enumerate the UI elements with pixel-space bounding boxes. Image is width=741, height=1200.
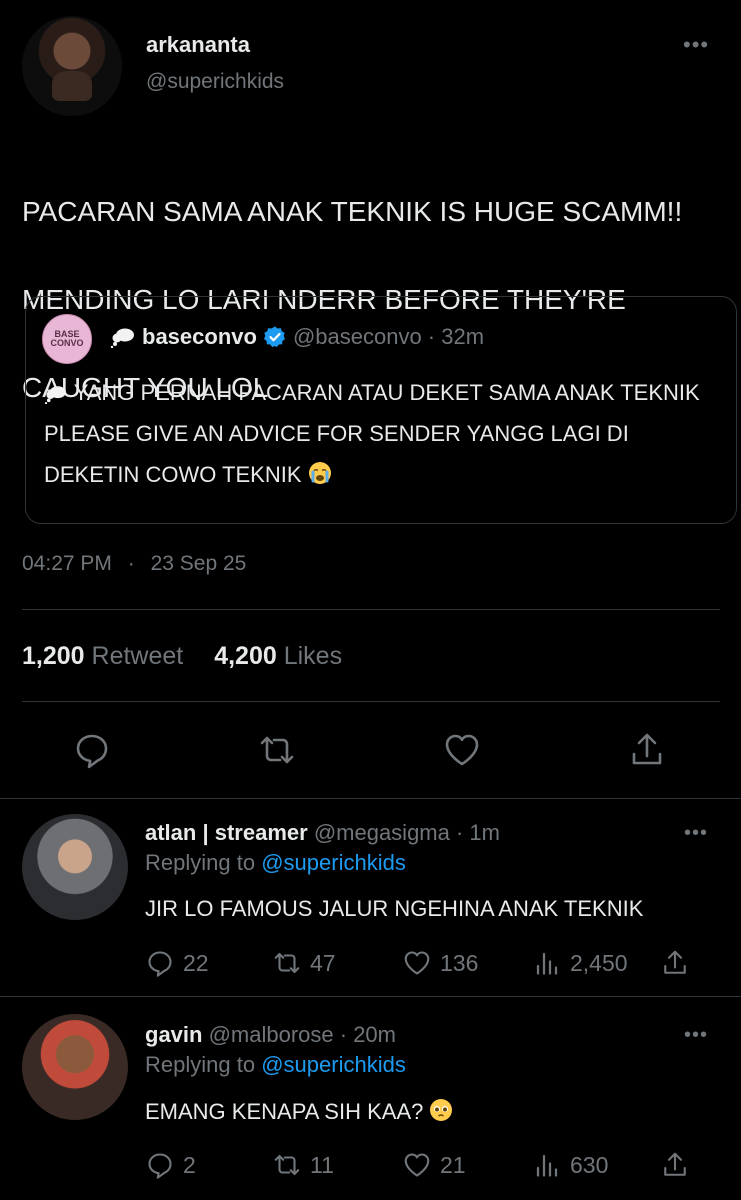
reply-button[interactable]: 22 <box>145 948 209 978</box>
reply-icon <box>148 951 172 977</box>
quoted-text-line: PLEASE GIVE AN ADVICE FOR SENDER YANGG L… <box>44 421 629 446</box>
retweet-icon <box>274 952 300 974</box>
retweet-label[interactable]: Retweet <box>92 642 184 670</box>
view-count: 2,450 <box>570 949 628 976</box>
tweet-text-line: PACARAN SAMA ANAK TEKNIK IS HUGE SCAMM!! <box>22 196 683 227</box>
share-icon <box>664 950 686 974</box>
share-icon[interactable] <box>627 730 667 770</box>
view-count: 630 <box>570 1151 609 1178</box>
tweet-timestamp: 04:27 PM · 23 Sep 25 <box>22 552 246 576</box>
author-name[interactable]: arkananta <box>146 32 250 58</box>
tweet-time: 04:27 PM <box>22 552 112 575</box>
retweet-count: 11 <box>310 1151 334 1178</box>
reply-count: 2 <box>183 1151 196 1178</box>
replying-to: Replying to @superichkids <box>145 850 406 876</box>
more-options-icon[interactable]: ••• <box>684 823 708 843</box>
share-icon <box>664 1152 686 1176</box>
reply-handle-time: @megasigma · 1m <box>313 820 500 845</box>
views-icon <box>536 952 558 975</box>
replying-handle-link[interactable]: @superichkids <box>261 1052 406 1077</box>
reply-text-content: EMANG KENAPA SIH KAA? <box>145 1099 424 1124</box>
reply-avatar[interactable] <box>22 1014 128 1120</box>
heart-icon[interactable] <box>442 730 482 770</box>
divider <box>22 609 720 610</box>
reply-text: JIR LO FAMOUS JALUR NGEHINA ANAK TEKNIK <box>145 896 644 921</box>
retweet-button[interactable]: 11 <box>272 1150 334 1180</box>
verified-badge-icon <box>263 326 285 348</box>
retweet-button[interactable]: 47 <box>272 948 336 978</box>
timestamp-separator: · <box>127 552 135 575</box>
reply-author-name[interactable]: gavin <box>145 1022 202 1047</box>
replying-to: Replying to @superichkids <box>145 1052 406 1078</box>
quoted-avatar[interactable]: BASE CONVO <box>42 314 92 364</box>
heart-icon <box>404 951 430 975</box>
reply-icon[interactable] <box>72 730 112 770</box>
quoted-text: YANG PERNAH PACARAN ATAU DEKET SAMA ANAK… <box>44 372 714 495</box>
quoted-handle-time: @baseconvo · 32m <box>292 324 485 349</box>
divider <box>0 798 741 799</box>
quoted-name[interactable]: baseconvo <box>142 324 257 350</box>
replying-prefix: Replying to <box>145 1052 256 1077</box>
reply-text: EMANG KENAPA SIH KAA? <box>145 1098 453 1125</box>
like-count: 136 <box>440 949 479 976</box>
retweet-count: 47 <box>310 949 336 976</box>
reply-avatar[interactable] <box>22 814 128 920</box>
heart-icon <box>404 1153 430 1177</box>
tweet-stats: 1,200 Retweet 4,200 Likes <box>22 642 366 671</box>
views-button[interactable]: 630 <box>532 1150 608 1180</box>
more-options-icon[interactable]: ••• <box>684 1025 708 1045</box>
more-options-icon[interactable]: ••• <box>683 34 709 56</box>
divider <box>0 996 741 997</box>
reply-count: 22 <box>183 949 209 976</box>
author-handle[interactable]: @superichkids <box>146 70 284 94</box>
thought-bubble-icon <box>44 386 66 405</box>
replying-handle-link[interactable]: @superichkids <box>261 850 406 875</box>
thought-bubble-icon <box>110 328 134 348</box>
tweet-date: 23 Sep 25 <box>150 552 247 575</box>
share-button[interactable] <box>660 1150 690 1180</box>
like-button[interactable]: 21 <box>402 1150 466 1180</box>
views-icon <box>536 1154 558 1177</box>
author-avatar[interactable] <box>22 16 122 116</box>
reply-icon <box>148 1153 172 1179</box>
reply-author-name[interactable]: atlan | streamer <box>145 820 308 845</box>
like-button[interactable]: 136 <box>402 948 478 978</box>
quoted-text-line: DEKETIN COWO TEKNIK <box>44 462 302 487</box>
pleading-face-emoji <box>430 1099 453 1121</box>
divider <box>22 701 720 702</box>
retweet-count[interactable]: 1,200 <box>22 642 85 670</box>
share-button[interactable] <box>660 948 690 978</box>
crying-face-emoji <box>308 462 331 484</box>
reply-header: gavin @malborose · 20m <box>145 1022 396 1048</box>
quoted-header: baseconvo @baseconvo · 32m <box>110 324 484 350</box>
like-count[interactable]: 4,200 <box>214 642 277 670</box>
views-button[interactable]: 2,450 <box>532 948 628 978</box>
replying-prefix: Replying to <box>145 850 256 875</box>
likes-label[interactable]: Likes <box>284 642 342 670</box>
quoted-text-line: YANG PERNAH PACARAN ATAU DEKET SAMA ANAK… <box>73 380 700 405</box>
reply-header: atlan | streamer @megasigma · 1m <box>145 820 500 846</box>
retweet-icon <box>274 1154 300 1176</box>
retweet-icon[interactable] <box>257 730 297 770</box>
reply-button[interactable]: 2 <box>145 1150 196 1180</box>
like-count: 21 <box>440 1151 466 1178</box>
reply-handle-time: @malborose · 20m <box>208 1022 396 1047</box>
